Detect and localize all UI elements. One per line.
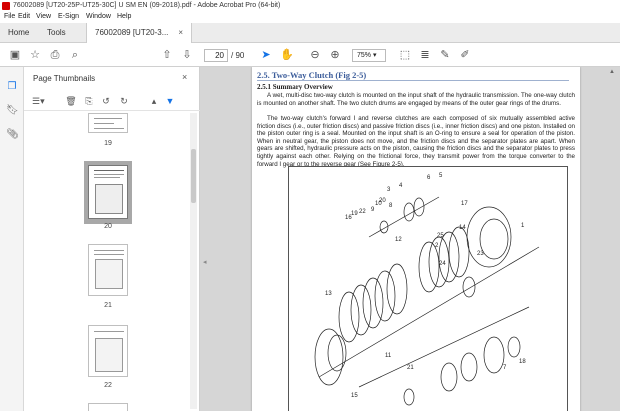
figure-label: 3 bbox=[387, 187, 391, 193]
document-page: 2.5. Two-Way Clutch (Fig 2-5) 2.5.1 Summ… bbox=[252, 67, 580, 411]
tab-tools[interactable]: Tools bbox=[47, 23, 66, 43]
menu-edit[interactable]: Edit bbox=[18, 11, 30, 23]
panel-scrollbar-thumb[interactable] bbox=[191, 149, 196, 203]
zoom-value: 75% bbox=[357, 52, 372, 59]
acrobat-window: 76002089 [UT20-25P-UT25-30C] U SM EN (09… bbox=[0, 0, 620, 411]
page-total: / 90 bbox=[231, 51, 245, 60]
figure-label: 11 bbox=[385, 353, 392, 359]
rotate-right-icon[interactable]: ↻ bbox=[118, 95, 130, 107]
print-icon[interactable]: ⎙ bbox=[48, 48, 62, 62]
main-toolbar: ▣ ☆ ⎙ ⌕ ⇧ ⇩ 20 / 90 ➤ ✋ ⊖ ⊕ 75% ▾ ⬚ ≣ ✎ … bbox=[0, 43, 620, 67]
bookmarks-icon[interactable]: 🔖︎ bbox=[6, 105, 19, 117]
thumbnail-page-label: 20 bbox=[104, 223, 112, 230]
figure-label: 1 bbox=[521, 223, 525, 229]
figure-label: 6 bbox=[427, 175, 431, 181]
select-cursor-icon[interactable]: ➤ bbox=[259, 48, 273, 62]
scroll-mode-icon[interactable]: ≣ bbox=[418, 48, 432, 62]
thumbnail-page-label: 21 bbox=[104, 302, 112, 309]
menu-help[interactable]: Help bbox=[117, 11, 131, 23]
page-thumbnails-panel: Page Thumbnails × ☰▾ 🗑︎ ⎘ ↺ ↻ ▴ ▼ 19 20 bbox=[24, 67, 200, 411]
title-bar: 76002089 [UT20-25P-UT25-30C] U SM EN (09… bbox=[0, 0, 620, 11]
panel-close-icon[interactable]: × bbox=[182, 72, 187, 82]
rotate-left-icon[interactable]: ↺ bbox=[100, 95, 112, 107]
tab-home[interactable]: Home bbox=[8, 23, 29, 43]
tab-document-label: 76002089 [UT20-3... bbox=[95, 28, 169, 37]
menu-window[interactable]: Window bbox=[86, 11, 111, 23]
menu-bar: File Edit View E-Sign Window Help bbox=[0, 11, 620, 23]
hand-tool-icon[interactable]: ✋ bbox=[280, 48, 294, 62]
page-thumbnail[interactable] bbox=[88, 325, 128, 377]
menu-view[interactable]: View bbox=[36, 11, 51, 23]
page-thumbnail[interactable] bbox=[88, 113, 128, 133]
figure-label: 14 bbox=[459, 225, 466, 231]
figure-label: 24 bbox=[439, 261, 446, 267]
search-icon[interactable]: ⌕ bbox=[68, 48, 82, 62]
paragraph: A wet, multi-disc two-way clutch is moun… bbox=[257, 92, 575, 107]
zoom-in-icon[interactable]: ⊕ bbox=[328, 48, 342, 62]
paragraph: The two-way clutch's forward I and rever… bbox=[257, 115, 575, 168]
thumbnail-page-label: 22 bbox=[104, 382, 112, 389]
tab-close-icon[interactable]: × bbox=[178, 28, 183, 37]
page-thumbnail[interactable] bbox=[88, 244, 128, 296]
figure-label: 17 bbox=[461, 201, 468, 207]
thumbnail-smaller-icon[interactable]: ▴ bbox=[148, 95, 160, 107]
page-number-input[interactable]: 20 bbox=[204, 49, 228, 62]
figure-label: 10 bbox=[375, 201, 382, 207]
figure-label: 5 bbox=[439, 173, 443, 179]
clutch-exploded-figure: 3 4 20 8 19 9 10 22 16 6 5 17 1 14 2 12 … bbox=[288, 166, 568, 411]
figure-label: 16 bbox=[345, 215, 352, 221]
figure-label: 4 bbox=[399, 183, 403, 189]
menu-file[interactable]: File bbox=[4, 11, 15, 23]
page-thumbnail[interactable] bbox=[88, 403, 128, 411]
figure-label: 15 bbox=[351, 393, 358, 399]
document-scrollbar[interactable]: ▲ bbox=[605, 67, 620, 411]
delete-page-icon[interactable]: 🗑︎ bbox=[65, 95, 77, 107]
panel-toolbar: ☰▾ 🗑︎ ⎘ ↺ ↻ ▴ ▼ bbox=[24, 91, 200, 111]
figure-label: 23 bbox=[477, 251, 484, 257]
figure-label: 9 bbox=[371, 207, 375, 213]
section-title: 2.5. Two-Way Clutch (Fig 2-5) bbox=[257, 70, 570, 81]
document-view[interactable]: 2.5. Two-Way Clutch (Fig 2-5) 2.5.1 Summ… bbox=[212, 67, 620, 411]
figure-label: 2 bbox=[435, 243, 439, 249]
figure-label: 22 bbox=[359, 209, 366, 215]
tab-document[interactable]: 76002089 [UT20-3... × bbox=[86, 23, 193, 43]
highlight-icon[interactable]: ✐ bbox=[458, 48, 472, 62]
thumbnail-larger-icon[interactable]: ▼ bbox=[164, 95, 176, 107]
page-thumbnails-icon[interactable]: ❐ bbox=[6, 81, 18, 93]
scroll-up-arrow-icon[interactable]: ▲ bbox=[609, 69, 615, 75]
panel-title: Page Thumbnails bbox=[33, 74, 96, 83]
comment-icon[interactable]: ✎ bbox=[438, 48, 452, 62]
panel-scrollbar[interactable] bbox=[190, 113, 197, 409]
options-menu-icon[interactable]: ☰▾ bbox=[32, 95, 45, 107]
save-icon[interactable]: ▣ bbox=[8, 48, 22, 62]
figure-label: 13 bbox=[325, 291, 332, 297]
figure-label: 21 bbox=[407, 365, 414, 371]
clutch-exploded-diagram: 3 4 20 8 19 9 10 22 16 6 5 17 1 14 2 12 … bbox=[314, 173, 540, 406]
window-title: 76002089 [UT20-25P-UT25-30C] U SM EN (09… bbox=[13, 2, 281, 9]
collapse-panel-icon[interactable]: ◂ bbox=[203, 258, 207, 266]
figure-label: 18 bbox=[519, 359, 526, 365]
attachments-icon[interactable]: 📎︎ bbox=[6, 129, 19, 141]
zoom-out-icon[interactable]: ⊖ bbox=[308, 48, 322, 62]
menu-esign[interactable]: E-Sign bbox=[58, 11, 79, 23]
figure-label: 7 bbox=[503, 365, 507, 371]
figure-label: 19 bbox=[351, 211, 358, 217]
fit-page-icon[interactable]: ⬚ bbox=[398, 48, 412, 62]
previous-page-icon[interactable]: ⇧ bbox=[160, 48, 174, 62]
thumbnail-page-label: 19 bbox=[104, 140, 112, 147]
navigation-rail: ❐ 🔖︎ 📎︎ bbox=[0, 67, 24, 411]
insert-page-icon[interactable]: ⎘ bbox=[83, 95, 95, 107]
acrobat-app-icon bbox=[2, 2, 10, 10]
zoom-select[interactable]: 75% ▾ bbox=[352, 49, 386, 62]
page-thumbnail-selected[interactable] bbox=[88, 165, 128, 219]
subsection-title: 2.5.1 Summary Overview bbox=[257, 83, 333, 91]
next-page-icon[interactable]: ⇩ bbox=[180, 48, 194, 62]
figure-label: 12 bbox=[395, 237, 402, 243]
figure-label: 8 bbox=[389, 203, 393, 209]
bookmark-star-icon[interactable]: ☆ bbox=[28, 48, 42, 62]
figure-label: 25 bbox=[437, 233, 444, 239]
tab-bar: Home Tools 76002089 [UT20-3... × bbox=[0, 23, 620, 43]
